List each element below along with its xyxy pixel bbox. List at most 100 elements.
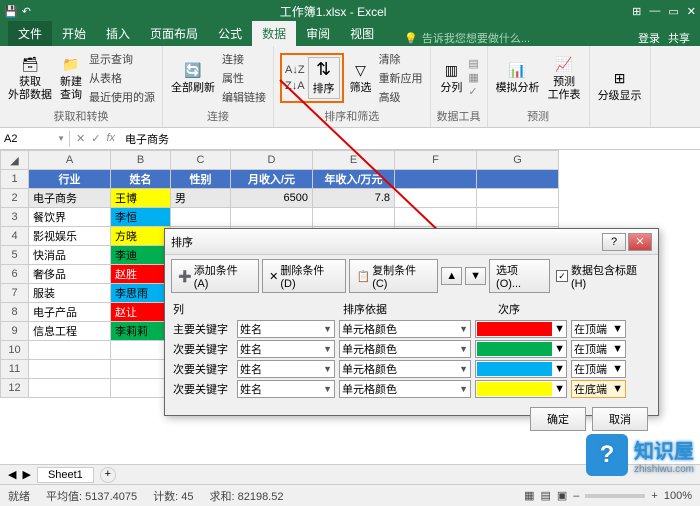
sort-desc-button[interactable]: Z↓A <box>284 79 306 93</box>
zoom-slider[interactable] <box>585 494 645 498</box>
advanced-filter-button[interactable]: 高级 <box>378 88 424 106</box>
criteria-column-select[interactable]: 姓名▼ <box>237 380 335 398</box>
enter-formula-icon[interactable]: ✓ <box>91 132 100 145</box>
formula-input[interactable]: 电子商务 <box>121 129 700 149</box>
cell[interactable]: 李迪 <box>111 246 171 265</box>
copy-condition-button[interactable]: 📋复制条件(C) <box>349 259 438 293</box>
cell[interactable] <box>171 208 231 227</box>
cell[interactable]: 李恒 <box>111 208 171 227</box>
dialog-help-button[interactable]: ? <box>602 233 626 251</box>
col-header-B[interactable]: B <box>111 151 171 170</box>
reapply-button[interactable]: 重新应用 <box>378 69 424 87</box>
dialog-close-button[interactable]: ✕ <box>628 233 652 251</box>
tab-data[interactable]: 数据 <box>252 21 296 46</box>
tab-view[interactable]: 视图 <box>340 21 384 46</box>
tab-home[interactable]: 开始 <box>52 21 96 46</box>
tab-layout[interactable]: 页面布局 <box>140 21 208 46</box>
fx-icon[interactable]: fx <box>106 132 115 145</box>
criteria-position-select[interactable]: 在底端▼ <box>571 380 626 398</box>
login-link[interactable]: 登录 <box>638 30 660 46</box>
remove-dup-icon[interactable]: ▦ <box>468 71 478 84</box>
criteria-column-select[interactable]: 姓名▼ <box>237 360 335 378</box>
cell[interactable] <box>395 208 477 227</box>
cell[interactable] <box>477 208 559 227</box>
cancel-formula-icon[interactable]: ✕ <box>76 132 85 145</box>
forecast-button[interactable]: 📈预测 工作表 <box>546 52 583 102</box>
cell[interactable]: 男 <box>171 189 231 208</box>
select-all-cell[interactable]: ◢ <box>1 151 29 170</box>
sort-options-button[interactable]: 选项(O)... <box>489 259 550 293</box>
next-sheet-icon[interactable]: ▶ <box>22 468 30 481</box>
share-button[interactable]: 共享 <box>668 30 690 46</box>
flash-fill-icon[interactable]: ▤ <box>468 57 478 70</box>
row-header-1[interactable]: 1 <box>1 170 29 189</box>
criteria-column-select[interactable]: 姓名▼ <box>237 340 335 358</box>
cell[interactable] <box>231 208 313 227</box>
cell[interactable]: 信息工程 <box>29 322 111 341</box>
row-header-8[interactable]: 8 <box>1 303 29 322</box>
sort-dialog-button[interactable]: ⇅排序 <box>308 57 340 99</box>
clear-filter-button[interactable]: 清除 <box>378 50 424 68</box>
cell[interactable]: 7.8 <box>313 189 395 208</box>
criteria-position-select[interactable]: 在顶端▼ <box>571 340 626 358</box>
cell[interactable]: 电子产品 <box>29 303 111 322</box>
cell[interactable] <box>29 379 111 398</box>
header-cell[interactable]: 行业 <box>29 170 111 189</box>
ok-button[interactable]: 确定 <box>530 407 586 431</box>
ribbon-options-icon[interactable]: ⊞ <box>632 5 641 18</box>
criteria-color-select[interactable]: ▼ <box>475 340 567 358</box>
row-header-3[interactable]: 3 <box>1 208 29 227</box>
add-condition-button[interactable]: ➕添加条件(A) <box>171 259 259 293</box>
criteria-position-select[interactable]: 在顶端▼ <box>571 360 626 378</box>
view-normal-icon[interactable]: ▦ <box>524 489 534 502</box>
header-cell[interactable]: 姓名 <box>111 170 171 189</box>
row-header-12[interactable]: 12 <box>1 379 29 398</box>
name-box[interactable]: A2▼ <box>0 131 70 147</box>
row-header-6[interactable]: 6 <box>1 265 29 284</box>
zoom-out-icon[interactable]: – <box>573 490 579 502</box>
sheet-tab[interactable]: Sheet1 <box>37 467 94 483</box>
criteria-color-select[interactable]: ▼ <box>475 360 567 378</box>
criteria-basis-select[interactable]: 单元格颜色▼ <box>339 380 471 398</box>
row-header-7[interactable]: 7 <box>1 284 29 303</box>
col-header-F[interactable]: F <box>395 151 477 170</box>
tab-file[interactable]: 文件 <box>8 21 52 46</box>
cell[interactable]: 赵让 <box>111 303 171 322</box>
criteria-color-select[interactable]: ▼ <box>475 380 567 398</box>
cell[interactable]: 奢侈品 <box>29 265 111 284</box>
zoom-level[interactable]: 100% <box>664 490 692 502</box>
col-header-E[interactable]: E <box>313 151 395 170</box>
outline-button[interactable]: ⊞分级显示 <box>596 66 644 104</box>
criteria-basis-select[interactable]: 单元格颜色▼ <box>339 340 471 358</box>
cell[interactable]: 李莉莉 <box>111 322 171 341</box>
cell[interactable]: 6500 <box>231 189 313 208</box>
text-to-columns-button[interactable]: ▥分列 <box>438 58 464 96</box>
cell[interactable]: 餐饮界 <box>29 208 111 227</box>
cell[interactable] <box>477 189 559 208</box>
criteria-column-select[interactable]: 姓名▼ <box>237 320 335 338</box>
criteria-color-select[interactable]: ▼ <box>475 320 567 338</box>
get-external-data-button[interactable]: 🗃获取 外部数据 <box>6 52 54 102</box>
cell[interactable] <box>111 341 171 360</box>
recent-sources-button[interactable]: 最近使用的源 <box>88 88 156 106</box>
cell[interactable] <box>29 360 111 379</box>
view-page-icon[interactable]: ▤ <box>540 489 550 502</box>
tab-review[interactable]: 审阅 <box>296 21 340 46</box>
new-query-button[interactable]: 📁新建 查询 <box>58 52 84 102</box>
connections-button[interactable]: 连接 <box>221 50 267 68</box>
cell[interactable] <box>111 379 171 398</box>
sort-asc-button[interactable]: A↓Z <box>284 63 306 77</box>
minimize-icon[interactable]: — <box>649 5 660 18</box>
cell[interactable]: 服装 <box>29 284 111 303</box>
cell[interactable]: 电子商务 <box>29 189 111 208</box>
col-header-G[interactable]: G <box>477 151 559 170</box>
dialog-titlebar[interactable]: 排序 ? ✕ <box>165 229 658 255</box>
header-cell[interactable]: 年收入/万元 <box>313 170 395 189</box>
view-break-icon[interactable]: ▣ <box>557 489 567 502</box>
row-header-4[interactable]: 4 <box>1 227 29 246</box>
add-sheet-button[interactable]: + <box>100 467 116 483</box>
criteria-basis-select[interactable]: 单元格颜色▼ <box>339 360 471 378</box>
tab-insert[interactable]: 插入 <box>96 21 140 46</box>
cell[interactable]: 快消品 <box>29 246 111 265</box>
col-header-C[interactable]: C <box>171 151 231 170</box>
